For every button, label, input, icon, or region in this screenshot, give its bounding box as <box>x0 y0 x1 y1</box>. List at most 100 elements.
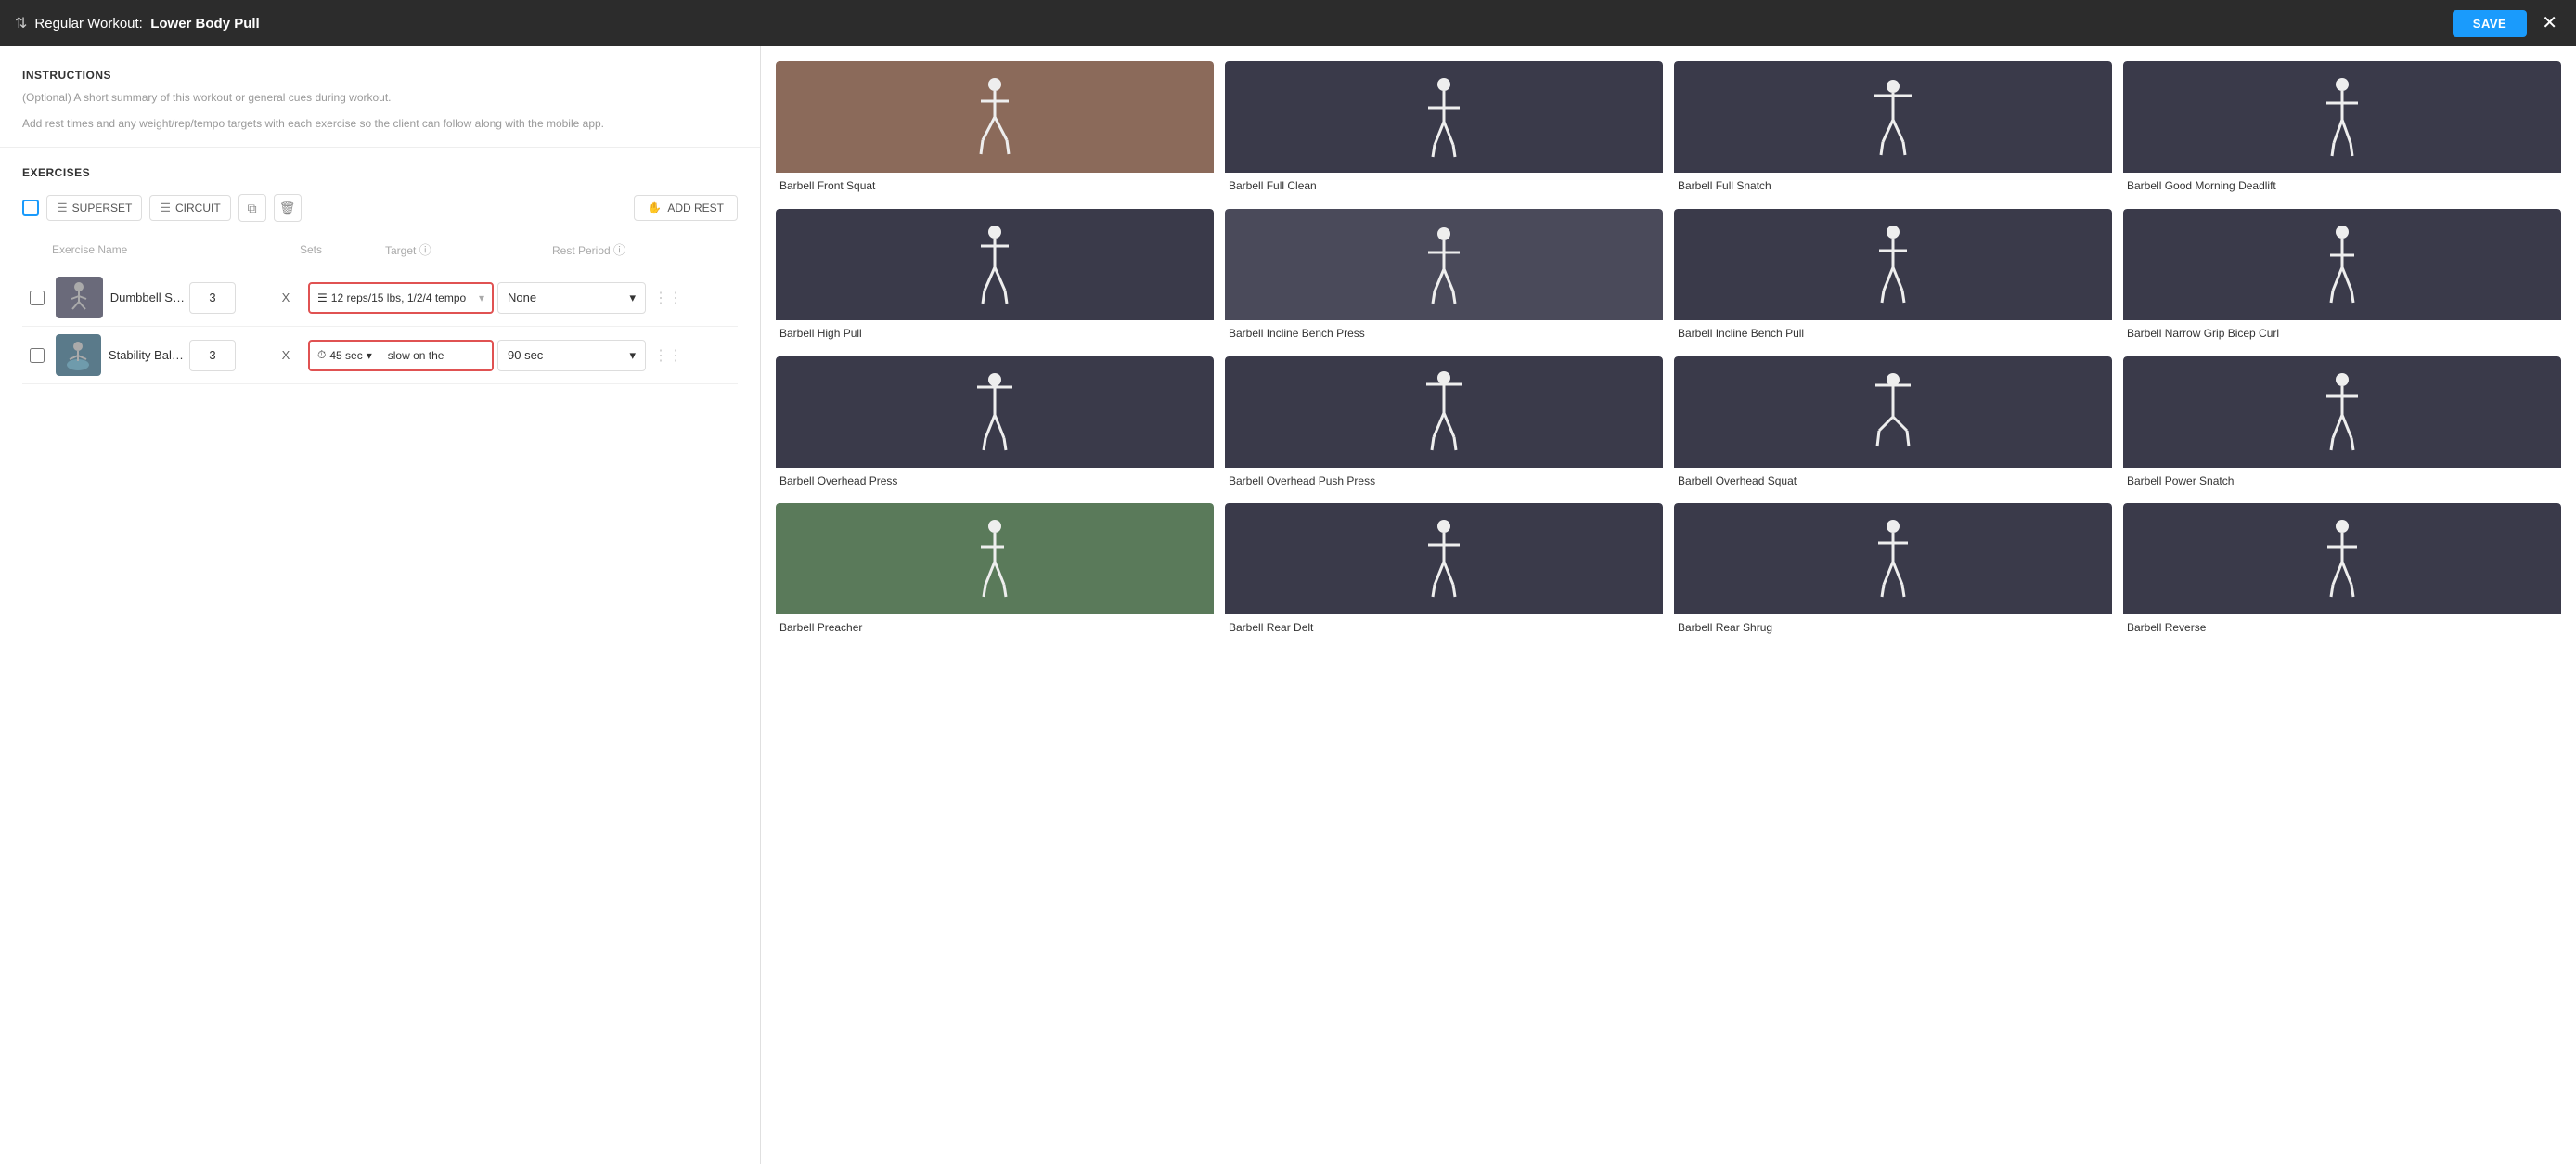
copy-button[interactable]: ⧉ <box>238 194 266 222</box>
left-panel: INSTRUCTIONS (Optional) A short summary … <box>0 46 761 1164</box>
superset-button[interactable]: ☰ SUPERSET <box>46 195 142 221</box>
exercise-card-img-barbell-reverse <box>2123 503 2561 614</box>
col-target: Target ⓘ <box>385 240 552 258</box>
exercise-card-barbell-power-snatch[interactable]: Barbell Power Snatch <box>2123 356 2561 493</box>
sets-input-2[interactable] <box>189 340 236 371</box>
reps-value-1: 12 reps/15 lbs, 1/2/4 tempo <box>331 291 466 304</box>
exercise-card-barbell-preacher[interactable]: Barbell Preacher <box>776 503 1214 640</box>
rest-select-1[interactable]: None ▾ <box>497 282 646 314</box>
exercise-card-img-barbell-overhead-squat <box>1674 356 2112 468</box>
rest-info-icon[interactable]: ⓘ <box>613 243 625 257</box>
instructions-hint1: (Optional) A short summary of this worko… <box>22 89 738 106</box>
target-duration-select[interactable]: ⏱ 45 sec ▾ <box>310 342 380 369</box>
exercise-card-img-barbell-incline-bench-press <box>1225 209 1663 320</box>
top-bar: ⇅ Regular Workout: Lower Body Pull SAVE … <box>0 0 2576 46</box>
column-headers: Exercise Name Sets Target ⓘ Rest Period … <box>22 237 738 262</box>
close-button[interactable]: ✕ <box>2538 10 2561 36</box>
exercise-card-barbell-front-squat[interactable]: Barbell Front Squat <box>776 61 1214 198</box>
target-info-icon[interactable]: ⓘ <box>419 243 431 257</box>
figure-barbell-rear-shrug <box>1870 517 1916 601</box>
exercise-thumbnail-2[interactable] <box>56 334 101 376</box>
exercise-card-img-barbell-overhead-press <box>776 356 1214 468</box>
exercise-card-img-barbell-good-morning <box>2123 61 2561 173</box>
figure-barbell-full-snatch <box>1870 75 1916 159</box>
top-bar-right: SAVE ✕ <box>2453 10 2561 37</box>
reps-icon: ☰ <box>317 291 328 304</box>
exercises-section: EXERCISES ☰ SUPERSET ☰ CIRCUIT ⧉ 🗑 <box>0 148 760 403</box>
target-duration-value: 45 sec <box>329 349 362 362</box>
workout-name: Lower Body Pull <box>150 16 260 32</box>
top-bar-left: ⇅ Regular Workout: Lower Body Pull <box>15 14 260 32</box>
exercise-card-label-barbell-rear-shrug: Barbell Rear Shrug <box>1674 614 2112 640</box>
exercise-card-img-barbell-high-pull <box>776 209 1214 320</box>
exercise-card-barbell-overhead-squat[interactable]: Barbell Overhead Squat <box>1674 356 2112 493</box>
exercise-card-img-barbell-rear-shrug <box>1674 503 2112 614</box>
exercise-card-img-barbell-incline-bench-pull <box>1674 209 2112 320</box>
trash-icon: 🗑 <box>279 200 296 216</box>
circuit-label: CIRCUIT <box>175 201 221 214</box>
save-button[interactable]: SAVE <box>2453 10 2527 37</box>
exercise-card-barbell-incline-bench-press[interactable]: Barbell Incline Bench Press <box>1225 209 1663 345</box>
exercise-card-barbell-full-snatch[interactable]: Barbell Full Snatch <box>1674 61 2112 198</box>
exercise-card-img-barbell-rear-delt <box>1225 503 1663 614</box>
exercise-card-label-barbell-overhead-press: Barbell Overhead Press <box>776 468 1214 493</box>
figure-barbell-good-morning <box>2319 75 2365 159</box>
exercise-card-barbell-narrow-grip-bicep-curl[interactable]: Barbell Narrow Grip Bicep Curl <box>2123 209 2561 345</box>
rest-dropdown-icon-1: ▾ <box>629 291 636 305</box>
rest-select-2[interactable]: 90 sec ▾ <box>497 340 646 371</box>
exercise-card-barbell-full-clean[interactable]: Barbell Full Clean <box>1225 61 1663 198</box>
rest-dropdown-icon-2: ▾ <box>629 348 636 363</box>
exercise-row-2: Stability Ball Ha... X ⏱ 45 sec ▾ slow o… <box>22 327 738 384</box>
target-area-2[interactable]: ⏱ 45 sec ▾ slow on the <box>308 340 494 371</box>
exercise-thumb-icon-2 <box>64 339 92 371</box>
exercise-card-label-barbell-incline-bench-pull: Barbell Incline Bench Pull <box>1674 320 2112 345</box>
exercise-card-barbell-rear-delt[interactable]: Barbell Rear Delt <box>1225 503 1663 640</box>
main-layout: INSTRUCTIONS (Optional) A short summary … <box>0 46 2576 1164</box>
col-sets: Sets <box>274 243 348 256</box>
exercise-card-label-barbell-incline-bench-press: Barbell Incline Bench Press <box>1225 320 1663 345</box>
drag-handle-1[interactable]: ⋮⋮ <box>650 289 687 307</box>
col-exercise-name: Exercise Name <box>52 243 274 256</box>
figure-barbell-full-clean <box>1421 75 1467 159</box>
add-rest-icon: ✋ <box>648 201 662 214</box>
figure-barbell-high-pull <box>972 223 1018 306</box>
exercise-row: Dumbbell Strai... X ☰ 12 reps/15 lbs, 1/… <box>22 269 738 327</box>
exercise-thumbnail-1[interactable] <box>56 277 103 318</box>
exercise-card-img-barbell-power-snatch <box>2123 356 2561 468</box>
select-all-checkbox[interactable] <box>22 200 39 216</box>
exercise-checkbox-2[interactable] <box>30 348 45 363</box>
exercise-name-cell-2: Stability Ball Ha... <box>56 334 186 376</box>
figure-barbell-rear-delt <box>1421 517 1467 601</box>
exercise-card-barbell-good-morning[interactable]: Barbell Good Morning Deadlift <box>2123 61 2561 198</box>
exercises-title: EXERCISES <box>22 166 738 179</box>
exercise-checkbox-1[interactable] <box>30 291 45 305</box>
circuit-icon: ☰ <box>160 200 171 215</box>
superset-label: SUPERSET <box>72 201 133 214</box>
exercise-card-label-barbell-rear-delt: Barbell Rear Delt <box>1225 614 1663 640</box>
workout-type-label: Regular Workout: <box>34 16 142 32</box>
exercise-card-label-barbell-full-snatch: Barbell Full Snatch <box>1674 173 2112 198</box>
exercise-thumb-icon-1 <box>65 281 93 314</box>
exercise-card-label-barbell-narrow-grip-bicep-curl: Barbell Narrow Grip Bicep Curl <box>2123 320 2561 345</box>
x-label-1: X <box>267 291 304 304</box>
exercise-card-barbell-high-pull[interactable]: Barbell High Pull <box>776 209 1214 345</box>
delete-button[interactable]: 🗑 <box>274 194 302 222</box>
exercise-card-barbell-overhead-press[interactable]: Barbell Overhead Press <box>776 356 1214 493</box>
instructions-title: INSTRUCTIONS <box>22 69 738 82</box>
circuit-button[interactable]: ☰ CIRCUIT <box>149 195 230 221</box>
target-reps-1[interactable]: ☰ 12 reps/15 lbs, 1/2/4 tempo ▾ <box>308 282 494 314</box>
sets-input-1[interactable] <box>189 282 236 314</box>
exercise-card-barbell-incline-bench-pull[interactable]: Barbell Incline Bench Pull <box>1674 209 2112 345</box>
figure-barbell-overhead-press <box>972 370 1018 454</box>
exercise-card-barbell-reverse[interactable]: Barbell Reverse <box>2123 503 2561 640</box>
exercise-card-label-barbell-power-snatch: Barbell Power Snatch <box>2123 468 2561 493</box>
rest-value-2: 90 sec <box>508 348 543 362</box>
exercise-card-barbell-rear-shrug[interactable]: Barbell Rear Shrug <box>1674 503 2112 640</box>
exercise-card-label-barbell-front-squat: Barbell Front Squat <box>776 173 1214 198</box>
figure-barbell-power-snatch <box>2319 370 2365 454</box>
add-rest-button[interactable]: ✋ ADD REST <box>634 195 738 221</box>
exercise-card-label-barbell-reverse: Barbell Reverse <box>2123 614 2561 640</box>
exercise-card-barbell-overhead-push-press[interactable]: Barbell Overhead Push Press <box>1225 356 1663 493</box>
drag-handle-2[interactable]: ⋮⋮ <box>650 346 687 365</box>
rest-value-1: None <box>508 291 536 304</box>
